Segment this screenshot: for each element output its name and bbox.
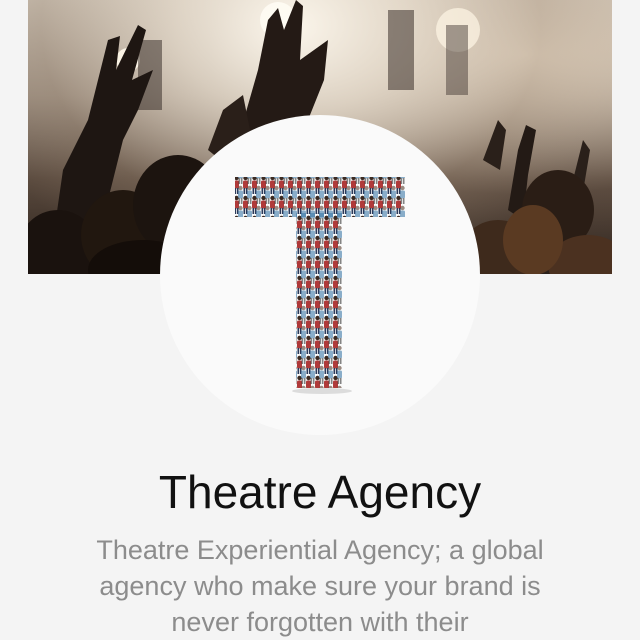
profile-description: Theatre Experiential Agency; a global ag… <box>96 535 544 637</box>
profile-name: Theatre Agency <box>158 466 482 518</box>
letter-t-crowd-logo-icon <box>235 177 405 394</box>
profile-screen: Theatre Agency Theatre Experiential Agen… <box>0 0 640 640</box>
profile-avatar[interactable] <box>160 115 480 435</box>
